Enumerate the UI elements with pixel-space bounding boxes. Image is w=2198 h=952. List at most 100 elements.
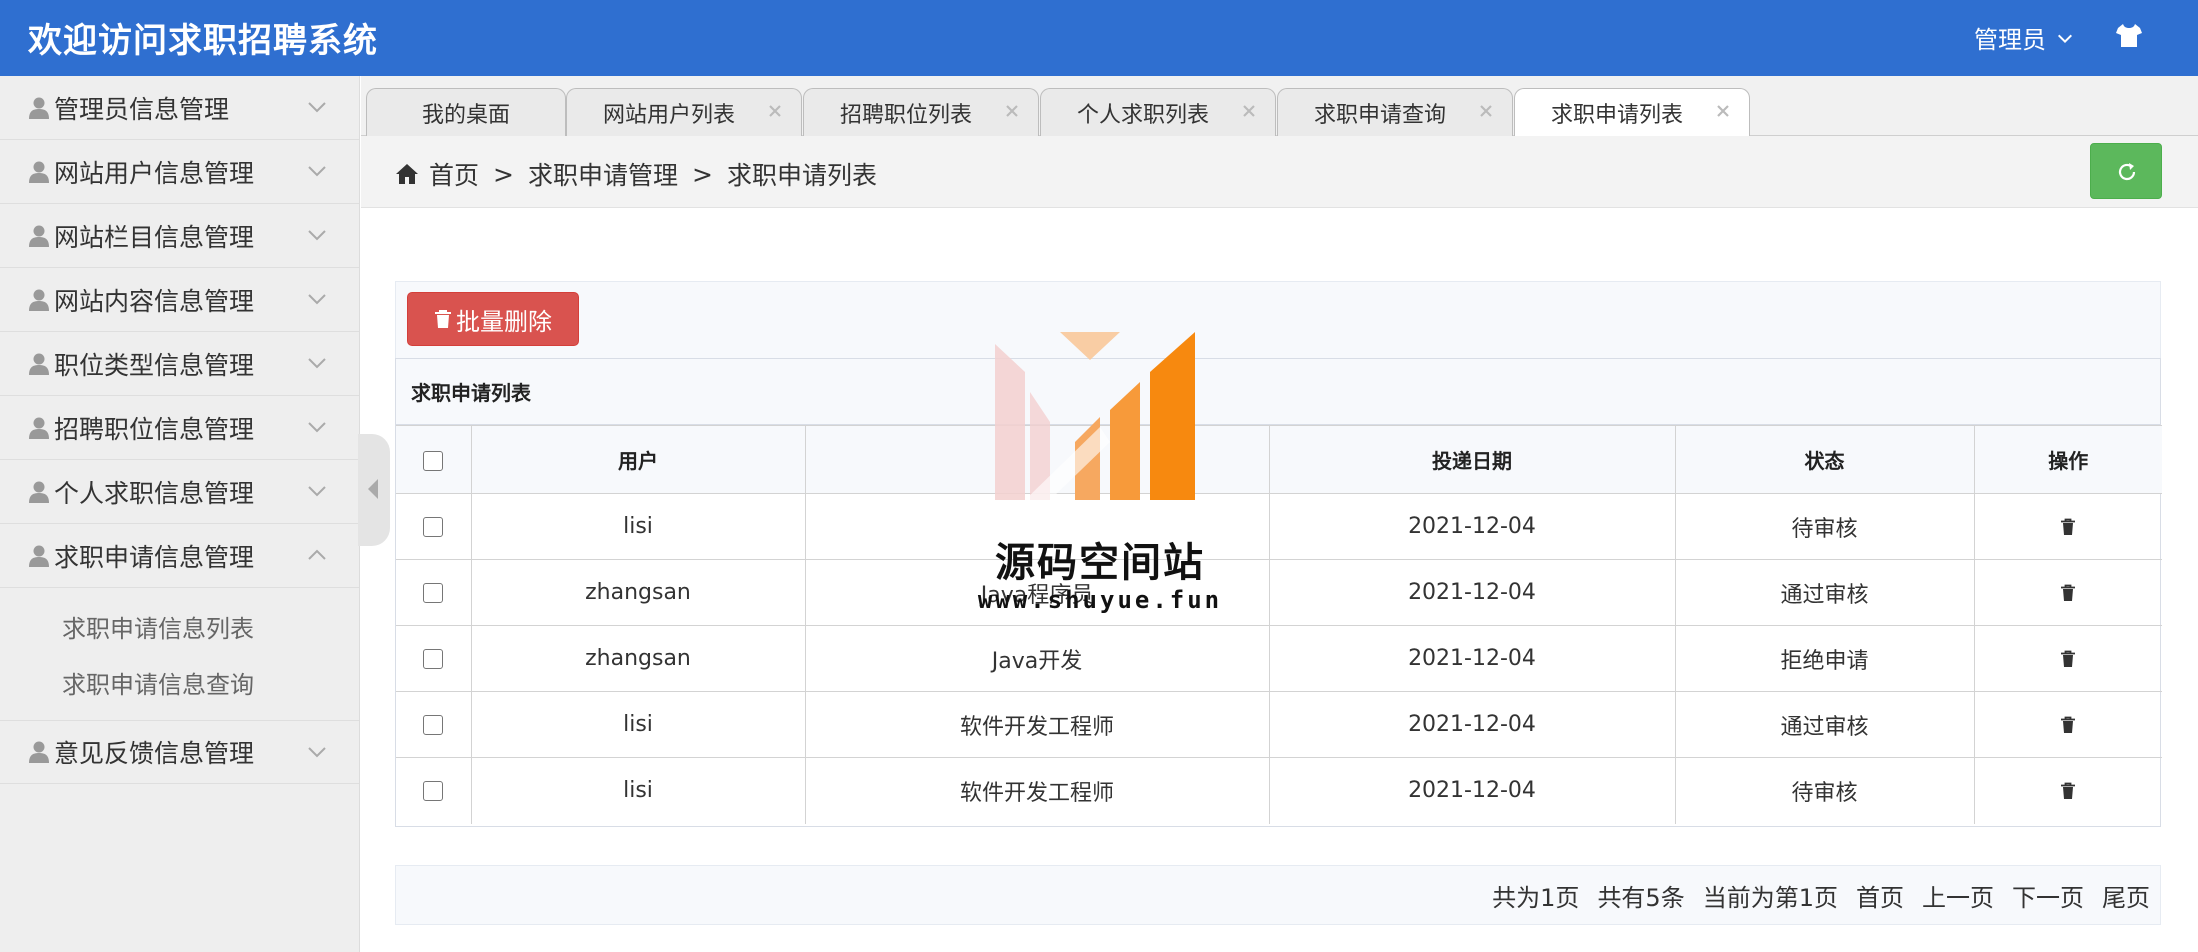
cell-user: zhangsan — [470, 625, 806, 692]
tab-label: 求职申请查询 — [1313, 102, 1446, 128]
table-row: zhangsan Java开发 2021-12-04 拒绝申请 — [396, 625, 2162, 692]
select-all-checkbox[interactable] — [423, 451, 444, 471]
column-header-status: 状态 — [1674, 425, 1975, 494]
application-list-panel: 求职申请列表 用户 投递日期 状态 操作 lisi 2021-12-04 待审核 — [395, 358, 2162, 827]
tab-site-users[interactable]: 网站用户列表 — [566, 88, 802, 136]
sidebar-item-label: 职位类型信息管理 — [54, 350, 255, 380]
cell-position: 软件开发工程师 — [804, 691, 1270, 758]
cell-status: 待审核 — [1674, 757, 1975, 824]
refresh-button[interactable] — [2090, 143, 2162, 199]
tab-recruit-jobs[interactable]: 招聘职位列表 — [803, 88, 1039, 136]
sidebar-item-job-types[interactable]: 职位类型信息管理 — [0, 332, 359, 396]
row-checkbox[interactable] — [423, 583, 444, 603]
chevron-down-icon — [2057, 34, 2073, 43]
tab-my-desktop[interactable]: 我的桌面 — [366, 88, 566, 136]
sidebar-item-label: 个人求职信息管理 — [54, 478, 255, 508]
chevron-down-icon — [308, 422, 326, 433]
breadcrumb-level1[interactable]: 求职申请管理 — [528, 156, 678, 192]
cell-date: 2021-12-04 — [1268, 691, 1676, 758]
tab-application-list[interactable]: 求职申请列表 — [1514, 88, 1750, 137]
cell-actions — [1973, 757, 2162, 824]
user-icon — [29, 353, 49, 375]
close-icon[interactable] — [1004, 103, 1020, 119]
tab-application-query[interactable]: 求职申请查询 — [1277, 88, 1513, 136]
column-header-actions: 操作 — [1973, 425, 2162, 494]
row-select-cell — [396, 625, 472, 692]
trash-icon[interactable] — [2060, 782, 2076, 800]
breadcrumb-bar: 首页 > 求职申请管理 > 求职申请列表 — [361, 136, 2198, 208]
cell-user: zhangsan — [470, 559, 806, 626]
admin-user-label: 管理员 — [1974, 26, 2046, 54]
breadcrumb-current: 求职申请列表 — [726, 161, 877, 190]
pager-current-page: 当前为第1页 — [1702, 883, 1838, 912]
row-checkbox[interactable] — [423, 649, 444, 669]
chevron-down-icon — [308, 486, 326, 497]
tab-label: 招聘职位列表 — [839, 102, 972, 128]
cell-status: 通过审核 — [1674, 691, 1975, 758]
trash-icon[interactable] — [2060, 650, 2076, 668]
chevron-left-icon — [368, 479, 378, 499]
sidebar-item-users[interactable]: 网站用户信息管理 — [0, 140, 359, 204]
sidebar-item-content[interactable]: 网站内容信息管理 — [0, 268, 359, 332]
row-select-cell — [396, 757, 472, 824]
trash-icon[interactable] — [2060, 518, 2076, 536]
row-checkbox[interactable] — [423, 781, 444, 802]
tab-label: 我的桌面 — [421, 102, 510, 128]
column-header-date: 投递日期 — [1268, 425, 1676, 494]
chevron-down-icon — [308, 294, 326, 305]
sidebar-item-job-seekers[interactable]: 个人求职信息管理 — [0, 460, 359, 524]
row-select-cell — [396, 559, 472, 626]
breadcrumb-home[interactable]: 首页 — [429, 156, 479, 192]
pagination: 共为1页 共有5条 当前为第1页 首页 上一页 下一页 尾页 — [395, 865, 2161, 925]
close-icon[interactable] — [1241, 103, 1257, 119]
trash-icon — [435, 310, 451, 328]
cell-position: 软件开发工程师 — [804, 757, 1270, 824]
sidebar-item-label: 网站用户信息管理 — [54, 158, 255, 188]
pager-first-link[interactable]: 首页 — [1856, 878, 1904, 913]
row-checkbox[interactable] — [423, 517, 444, 537]
sidebar: 管理员信息管理 网站用户信息管理 网站栏目信息管理 网站内容信息管理 职位类型信… — [0, 76, 360, 952]
tab-job-seekers[interactable]: 个人求职列表 — [1040, 88, 1276, 136]
pager-prev-link[interactable]: 上一页 — [1922, 878, 1994, 913]
tab-label: 网站用户列表 — [602, 102, 735, 128]
chevron-up-icon — [308, 549, 326, 560]
sidebar-item-feedback[interactable]: 意见反馈信息管理 — [0, 720, 359, 784]
trash-icon[interactable] — [2060, 584, 2076, 602]
pager-last-link[interactable]: 尾页 — [2102, 878, 2150, 913]
cell-position: Java开发 — [804, 625, 1270, 692]
select-all-cell — [396, 425, 472, 494]
table-row: zhangsan Java程序员 2021-12-04 通过审核 — [396, 559, 2162, 626]
sidebar-item-columns[interactable]: 网站栏目信息管理 — [0, 204, 359, 268]
chevron-down-icon — [308, 102, 326, 113]
pager-total-items: 共有5条 — [1597, 883, 1685, 912]
sidebar-item-label: 管理员信息管理 — [54, 94, 230, 124]
user-icon — [29, 97, 49, 119]
table-row: lisi 软件开发工程师 2021-12-04 通过审核 — [396, 691, 2162, 758]
sidebar-item-label: 求职申请信息管理 — [54, 542, 255, 572]
pager-total-pages: 共为1页 — [1492, 883, 1580, 912]
close-icon[interactable] — [1715, 103, 1731, 119]
chevron-down-icon — [308, 747, 326, 758]
submenu-item-application-query[interactable]: 求职申请信息查询 — [62, 654, 359, 710]
cell-date: 2021-12-04 — [1268, 757, 1676, 824]
row-select-cell — [396, 691, 472, 758]
row-checkbox[interactable] — [423, 715, 444, 735]
pager-next-link[interactable]: 下一页 — [2012, 878, 2084, 913]
tshirt-icon[interactable] — [2114, 20, 2144, 50]
sidebar-collapse-handle[interactable] — [358, 434, 390, 546]
submenu-item-application-list[interactable]: 求职申请信息列表 — [62, 598, 359, 654]
sidebar-item-admin[interactable]: 管理员信息管理 — [0, 76, 359, 140]
table-row: lisi 2021-12-04 待审核 — [396, 493, 2162, 560]
refresh-icon — [2118, 163, 2136, 181]
close-icon[interactable] — [1478, 103, 1494, 119]
batch-delete-button[interactable]: 批量删除 — [407, 292, 579, 346]
trash-icon[interactable] — [2060, 716, 2076, 734]
cell-user: lisi — [470, 493, 806, 560]
chevron-down-icon — [308, 358, 326, 369]
sidebar-item-applications[interactable]: 求职申请信息管理 — [0, 524, 359, 588]
close-icon[interactable] — [767, 103, 783, 119]
sidebar-item-recruit-jobs[interactable]: 招聘职位信息管理 — [0, 396, 359, 460]
user-icon — [29, 289, 49, 311]
admin-user-menu[interactable]: 管理员 — [1974, 20, 2074, 55]
cell-actions — [1973, 493, 2162, 560]
